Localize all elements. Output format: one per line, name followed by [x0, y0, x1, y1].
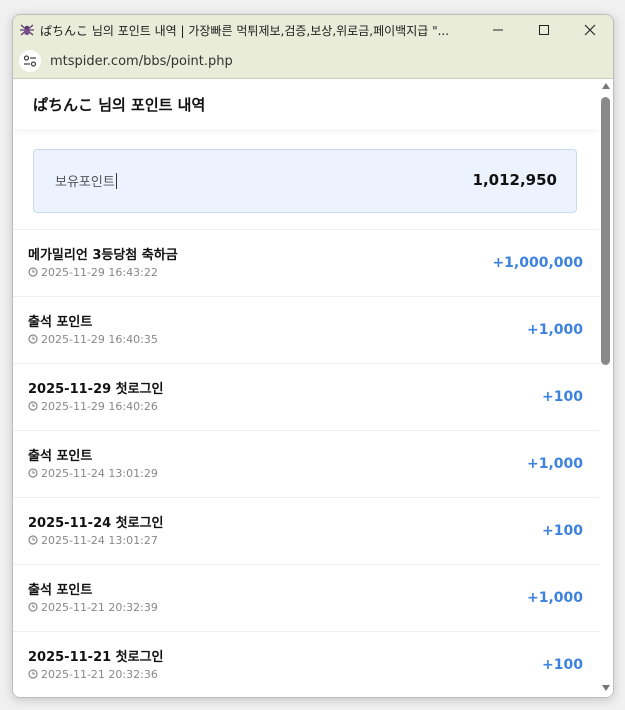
history-points: +1,000,000 [492, 255, 583, 271]
history-time: 2025-11-21 20:32:36 [28, 668, 158, 681]
window-title: ぱちんこ 님의 포인트 내역 | 가장빠른 먹튀제보,검증,보상,위로금,페이백… [40, 24, 450, 38]
history-time: 2025-11-29 16:40:35 [28, 333, 158, 346]
history-title: 출석 포인트 [28, 449, 93, 464]
history-title: 2025-11-21 첫로그인 [28, 650, 164, 665]
scrollbar-thumb[interactable] [601, 97, 610, 365]
close-icon [584, 24, 596, 36]
balance-label: 보유포인트 [55, 173, 117, 190]
page-content: ぱちんこ 님의 포인트 내역 보유포인트 1,012,950 메가밀리언 3등당… [13, 79, 613, 697]
history-title: 2025-11-24 첫로그인 [28, 516, 164, 531]
history-title: 출석 포인트 [28, 315, 93, 330]
spider-icon [19, 22, 35, 38]
maximize-button[interactable] [521, 15, 567, 45]
minimize-icon [493, 29, 503, 31]
history-points: +100 [542, 389, 583, 405]
history-title: 2025-11-29 첫로그인 [28, 382, 164, 397]
history-title: 메가밀리언 3등당첨 축하금 [28, 248, 178, 263]
page-title: ぱちんこ 님의 포인트 내역 [33, 96, 206, 114]
title-bar[interactable]: ぱちんこ 님의 포인트 내역 | 가장빠른 먹튀제보,검증,보상,위로금,페이백… [13, 15, 613, 45]
vertical-scrollbar[interactable] [599, 79, 613, 697]
clock-icon [28, 334, 38, 344]
balance-value: 1,012,950 [472, 171, 557, 189]
url-text[interactable]: mtspider.com/bbs/point.php [50, 54, 233, 69]
history-row: 2025-11-29 첫로그인 2025-11-29 16:40:26 +100 [13, 363, 599, 430]
history-points: +1,000 [526, 590, 583, 606]
history-row: 2025-11-24 첫로그인 2025-11-24 13:01:27 +100 [13, 497, 599, 564]
page-header: ぱちんこ 님의 포인트 내역 [13, 79, 599, 129]
minimize-button[interactable] [475, 15, 521, 45]
history-title: 출석 포인트 [28, 583, 93, 598]
clock-icon [28, 267, 38, 277]
history-time: 2025-11-24 13:01:29 [28, 467, 158, 480]
clock-icon [28, 468, 38, 478]
balance-box: 보유포인트 1,012,950 [33, 149, 577, 213]
history-points: +1,000 [526, 322, 583, 338]
history-row: 출석 포인트 2025-11-24 13:01:29 +1,000 [13, 430, 599, 497]
history-points: +100 [542, 657, 583, 673]
clock-icon [28, 602, 38, 612]
history-row: 출석 포인트 2025-11-29 16:40:35 +1,000 [13, 296, 599, 363]
history-points: +1,000 [526, 456, 583, 472]
history-time: 2025-11-29 16:43:22 [28, 266, 158, 279]
browser-window: ぱちんこ 님의 포인트 내역 | 가장빠른 먹튀제보,검증,보상,위로금,페이백… [12, 14, 614, 698]
point-history-list: 메가밀리언 3등당첨 축하금 2025-11-29 16:43:22 +1,00… [13, 229, 599, 697]
scroll-up-arrow-icon[interactable] [602, 83, 610, 89]
history-row: 메가밀리언 3등당첨 축하금 2025-11-29 16:43:22 +1,00… [13, 229, 599, 296]
clock-icon [28, 401, 38, 411]
history-time: 2025-11-24 13:01:27 [28, 534, 158, 547]
clock-icon [28, 535, 38, 545]
site-info-icon[interactable] [19, 50, 41, 72]
history-time: 2025-11-21 20:32:39 [28, 601, 158, 614]
history-row: 출석 포인트 2025-11-21 20:32:39 +1,000 [13, 564, 599, 631]
history-row: 2025-11-21 첫로그인 2025-11-21 20:32:36 +100 [13, 631, 599, 697]
scroll-down-arrow-icon[interactable] [602, 685, 610, 691]
address-bar[interactable]: mtspider.com/bbs/point.php [13, 45, 613, 79]
clock-icon [28, 669, 38, 679]
text-caret [115, 173, 117, 189]
maximize-icon [539, 25, 549, 35]
history-time: 2025-11-29 16:40:26 [28, 400, 158, 413]
close-button[interactable] [567, 15, 613, 45]
history-points: +100 [542, 523, 583, 539]
